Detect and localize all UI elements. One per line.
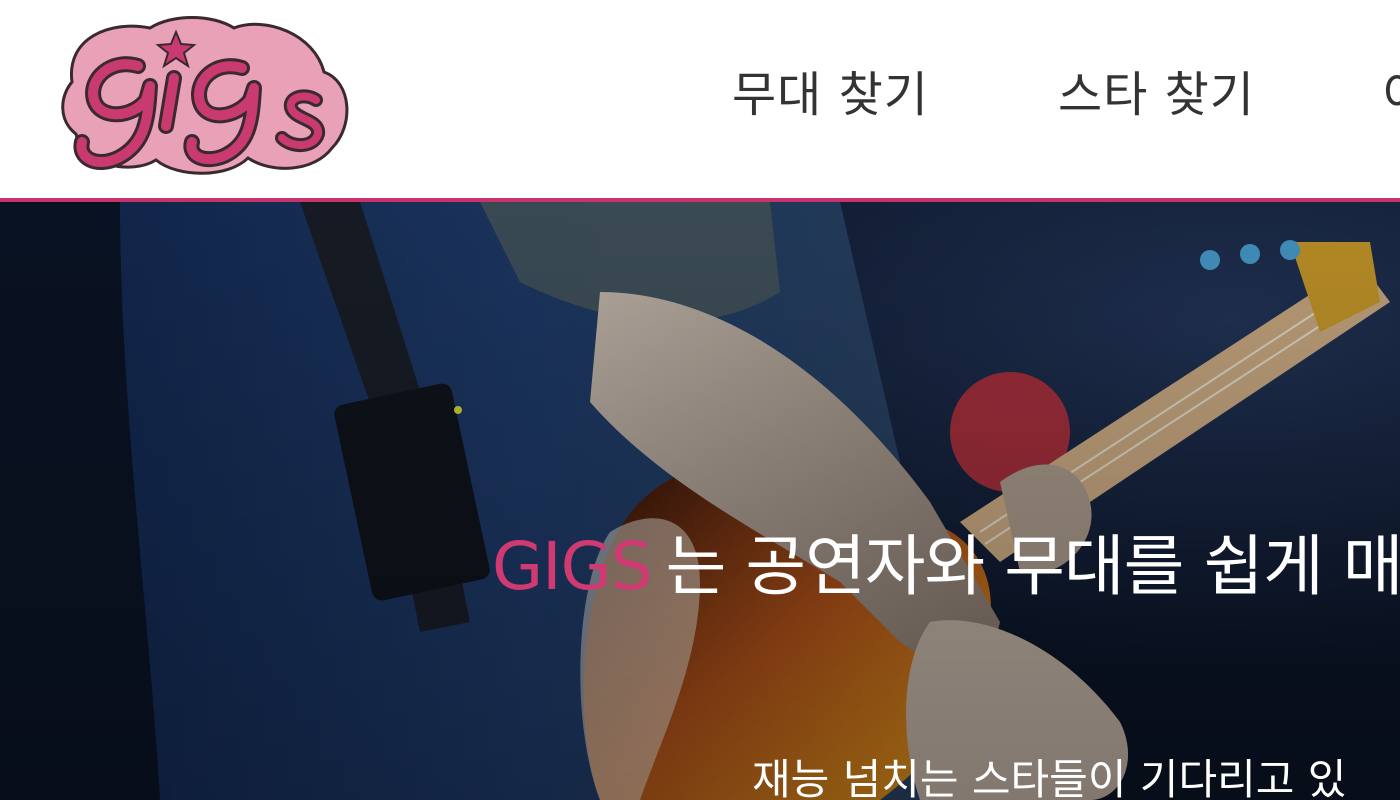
hero-subtitle: 재능 넘치는 스타들이 기다리고 있	[752, 755, 1347, 800]
main-nav: 무대 찾기 스타 찾기 이	[0, 62, 1400, 132]
page: 무대 찾기 스타 찾기 이	[0, 0, 1400, 800]
guitarist-hero-image	[0, 202, 1400, 800]
hero-banner: GIGS 는 공연자와 무대를 쉽게 매 재능 넘치는 스타들이 기다리고 있	[0, 202, 1400, 800]
nav-item-partial[interactable]: 이	[1382, 62, 1400, 128]
nav-find-stage[interactable]: 무대 찾기	[732, 62, 929, 128]
site-header: 무대 찾기 스타 찾기 이	[0, 0, 1400, 202]
hero-title-rest: 는 공연자와 무대를 쉽게 매	[665, 528, 1400, 605]
nav-find-star[interactable]: 스타 찾기	[1058, 62, 1255, 128]
hero-title: GIGS 는 공연자와 무대를 쉽게 매	[492, 524, 1400, 610]
hero-brand: GIGS	[492, 528, 653, 605]
